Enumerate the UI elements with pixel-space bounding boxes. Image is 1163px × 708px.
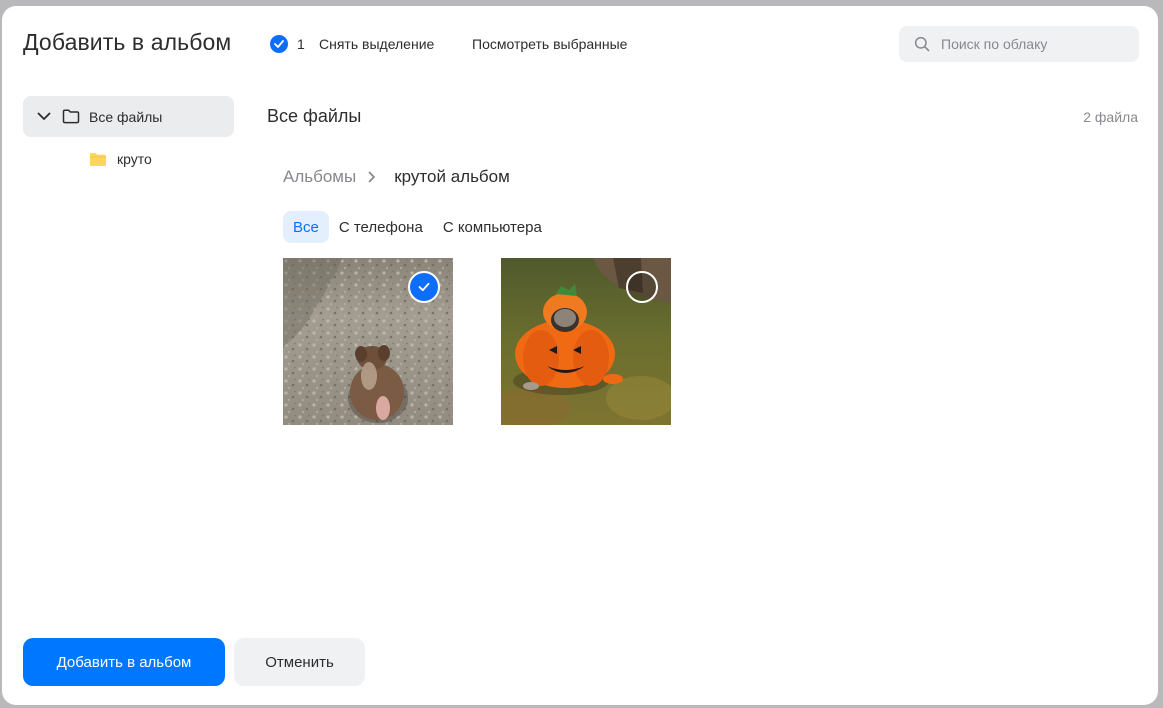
sidebar-item-all-files[interactable]: Все файлы [23,96,234,137]
chevron-right-icon [368,170,380,184]
sidebar-item-label: Все файлы [89,108,163,125]
selected-check-icon[interactable] [408,271,440,303]
search-icon [913,35,931,53]
add-to-album-dialog: Добавить в альбом 1 Снять выделение Посм… [2,6,1158,705]
source-tabs: Все С телефона С компьютера [283,211,552,243]
dialog-title: Добавить в альбом [23,29,232,55]
cancel-button[interactable]: Отменить [234,638,365,686]
breadcrumb: Альбомы крутой альбом [283,167,510,187]
deselect-button[interactable]: Снять выделение [319,36,434,52]
section-title: Все файлы [267,106,362,126]
chevron-down-icon[interactable] [36,109,52,125]
selection-check-icon [270,35,288,53]
search-box[interactable] [899,26,1139,62]
breadcrumb-current: крутой альбом [394,167,510,186]
photo-thumbnail[interactable] [283,258,453,425]
breadcrumb-albums-link[interactable]: Альбомы [283,167,356,187]
unselected-check-circle[interactable] [626,271,658,303]
sidebar-item-kruto[interactable]: круто [89,148,152,170]
file-count: 2 файла [1083,109,1138,125]
folder-icon [89,152,107,167]
view-selected-button[interactable]: Посмотреть выбранные [472,36,627,52]
search-input[interactable] [941,36,1131,52]
add-to-album-button[interactable]: Добавить в альбом [23,638,225,686]
photo-thumbnail[interactable] [501,258,671,425]
tab-from-computer[interactable]: С компьютера [433,211,552,243]
sidebar-item-label: круто [117,151,152,167]
folder-outline-icon [62,108,80,126]
tab-all[interactable]: Все [283,211,329,243]
selected-count: 1 [297,36,305,52]
tab-from-phone[interactable]: С телефона [329,211,433,243]
